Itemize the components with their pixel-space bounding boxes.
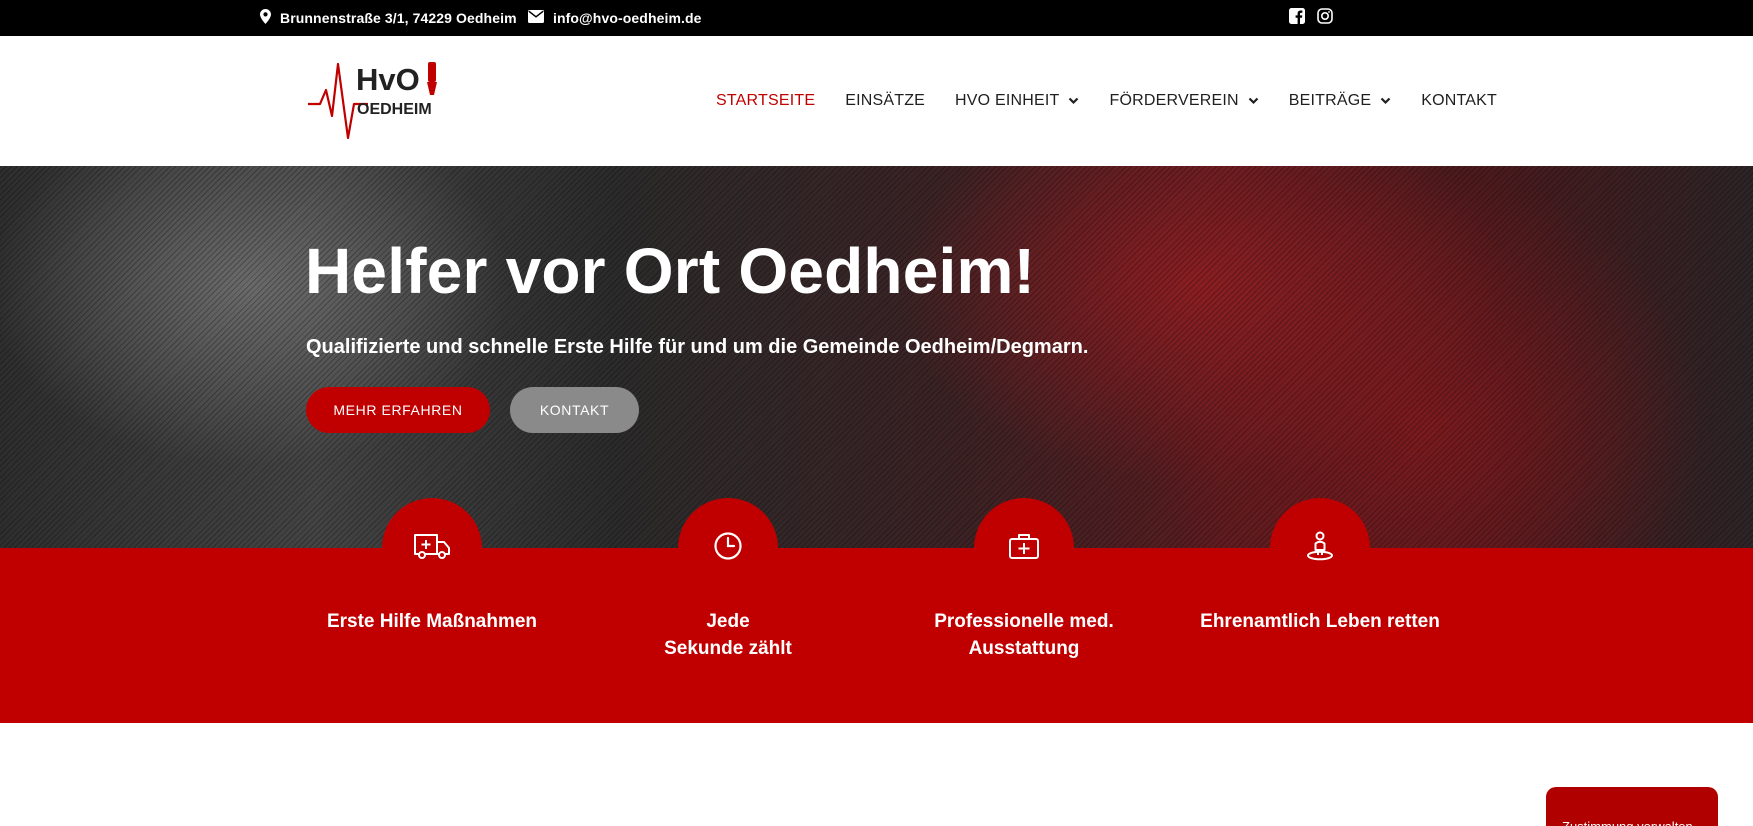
- more-info-button[interactable]: MEHR ERFAHREN: [306, 387, 490, 433]
- address-item: Brunnenstraße 3/1, 74229 Oedheim: [260, 0, 517, 36]
- email-link[interactable]: info@hvo-oedheim.de: [553, 10, 702, 26]
- features-band: [0, 548, 1753, 723]
- hero-section: Helfer vor Ort Oedheim! Qualifizierte un…: [0, 166, 1753, 548]
- clock-icon: [713, 531, 743, 566]
- envelope-icon: [528, 10, 553, 26]
- instagram-icon[interactable]: [1317, 7, 1333, 29]
- address-text: Brunnenstraße 3/1, 74229 Oedheim: [280, 10, 517, 26]
- email-item[interactable]: info@hvo-oedheim.de: [528, 0, 702, 36]
- main-navigation: STARTSEITE EINSÄTZE HVO EINHEIT FÖRDERVE…: [716, 36, 1497, 166]
- site-header: HvO OEDHEIM STARTSEITE EINSÄTZE HVO EINH…: [0, 36, 1753, 166]
- nav-item-foerderverein[interactable]: FÖRDERVEREIN: [1109, 92, 1259, 110]
- feature-circle-volunteer: [1270, 498, 1370, 598]
- nav-item-label: BEITRÄGE: [1288, 92, 1372, 109]
- feature-label: Professionelle med. Ausstattung: [934, 611, 1114, 659]
- contact-button[interactable]: KONTAKT: [510, 387, 639, 433]
- nav-item-startseite[interactable]: STARTSEITE: [716, 92, 815, 110]
- feature-label: Erste Hilfe Maßnahmen: [326, 611, 538, 632]
- logo-text-hvo: HvO: [356, 62, 420, 97]
- chevron-down-icon: [1068, 92, 1079, 110]
- hero-subtitle: Qualifizierte und schnelle Erste Hilfe f…: [306, 336, 1089, 358]
- cookie-consent-tab[interactable]: Zustimmung verwalten: [1546, 787, 1718, 826]
- facebook-icon[interactable]: [1289, 7, 1305, 29]
- chevron-down-icon: [1380, 92, 1391, 110]
- logo-text-oedheim: OEDHEIM: [357, 101, 432, 118]
- nav-item-einsaetze[interactable]: EINSÄTZE: [845, 92, 925, 110]
- nav-item-kontakt[interactable]: KONTAKT: [1421, 92, 1497, 110]
- nav-item-beitraege[interactable]: BEITRÄGE: [1289, 92, 1392, 110]
- feature-circle-equipment: [974, 498, 1074, 598]
- chevron-down-icon: [1248, 92, 1259, 110]
- feature-circle-seconds: [678, 498, 778, 598]
- social-links: [1289, 0, 1333, 36]
- top-bar: Brunnenstraße 3/1, 74229 Oedheim info@hv…: [0, 0, 1753, 36]
- feature-circle-first-aid: [382, 498, 482, 598]
- first-aid-kit-icon: [1008, 532, 1040, 565]
- nav-item-hvo-einheit[interactable]: HVO EINHEIT: [955, 92, 1079, 110]
- map-marker-icon: [260, 9, 280, 27]
- volunteer-person-icon: [1305, 530, 1335, 567]
- site-logo[interactable]: HvO OEDHEIM: [308, 60, 443, 142]
- nav-item-label: KONTAKT: [1421, 92, 1498, 109]
- nav-item-label: EINSÄTZE: [845, 92, 926, 109]
- feature-label: Ehrenamtlich Leben retten: [1200, 611, 1440, 632]
- feature-label: Jede Sekunde zählt: [664, 611, 792, 659]
- nav-item-label: STARTSEITE: [716, 92, 816, 109]
- hero-title: Helfer vor Ort Oedheim!: [305, 235, 1036, 307]
- nav-item-label: FÖRDERVEREIN: [1109, 92, 1239, 109]
- ambulance-icon: [413, 531, 451, 566]
- nav-item-label: HVO EINHEIT: [955, 92, 1060, 109]
